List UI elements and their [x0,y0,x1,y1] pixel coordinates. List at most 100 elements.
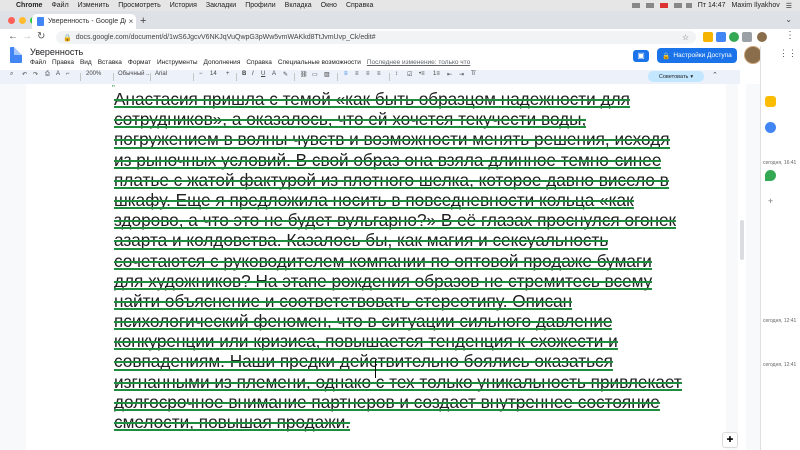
explore-icon[interactable]: ✚ [722,432,738,448]
paragraph-line[interactable]: найти объяснение и соответствовать стере… [114,291,634,311]
paragraph-line[interactable]: смелости, повышая продажи. [114,412,634,432]
paragraph-line[interactable]: сотрудников», а оказалось, что ей хочетс… [114,109,634,129]
menu-file[interactable]: Файл [51,2,68,9]
browser-tab[interactable]: Уверенность - Google Докум... × [32,14,136,29]
align-left-icon[interactable]: ≡ [344,71,348,77]
extension-icon[interactable] [729,32,739,42]
zoom-select[interactable]: 200% [86,71,101,77]
document-title[interactable]: Уверенность [30,47,83,57]
bulleted-list-icon[interactable]: •≡ [419,71,425,77]
text-color-icon[interactable]: A [272,71,276,77]
extension-icon[interactable] [716,32,726,42]
bold-icon[interactable]: B [242,71,246,77]
paragraph-line[interactable]: погружением в волны чувств и возможности… [114,129,670,149]
close-window-icon[interactable] [8,17,15,24]
redo-icon[interactable]: ↷ [33,71,38,78]
profile-avatar-icon[interactable] [757,32,767,42]
paragraph-line[interactable]: сочетаются с руководителем компании по о… [114,251,652,271]
paragraph-line[interactable]: изгнанными из племени, однако с тех толь… [114,372,682,392]
forward-icon[interactable]: → [22,31,32,42]
checklist-icon[interactable]: ☑ [407,71,412,78]
paragraph-line[interactable]: азарта и колдовства. Казалось бы, как ма… [114,230,634,250]
docs-menu-insert[interactable]: Вставка [98,59,122,66]
lock-icon[interactable]: 🔒 [63,34,72,42]
reload-icon[interactable]: ↻ [37,31,45,42]
docs-menu-edit[interactable]: Правка [52,59,74,66]
suggesting-mode-button[interactable]: Советовать ▾ [648,71,704,82]
new-tab-icon[interactable]: + [140,15,146,27]
menu-view[interactable]: Просмотреть [118,2,160,9]
increase-font-icon[interactable]: + [226,71,230,77]
share-button[interactable]: 🔒 Настройки Доступа [657,48,737,63]
close-tab-icon[interactable]: × [126,17,136,26]
minimize-window-icon[interactable] [19,17,26,24]
paragraph-line[interactable]: совпадениям. Наши предки действительно б… [114,351,634,371]
bookmark-star-icon[interactable]: ☆ [682,33,689,42]
undo-icon[interactable]: ↶ [22,71,27,78]
insert-image-icon[interactable]: ▨ [324,71,330,78]
paragraph-line[interactable]: психологический феномен, что в ситуации … [114,311,634,331]
extensions-puzzle-icon[interactable] [742,32,752,42]
increase-indent-icon[interactable]: ⇥ [459,71,464,78]
line-spacing-icon[interactable]: ↕ [395,71,398,77]
docs-menu-tools[interactable]: Инструменты [157,59,198,66]
control-center-icon[interactable]: ☰ [786,2,792,10]
scrollbar-thumb[interactable] [740,220,744,260]
menubar-status-icons[interactable] [631,3,692,8]
menu-window[interactable]: Окно [321,2,337,9]
underline-icon[interactable]: U [261,71,265,77]
menubar-user[interactable]: Maxim Ilyakhov [731,2,779,9]
docs-menu-file[interactable]: Файл [30,59,46,66]
maps-icon[interactable] [765,170,776,181]
paragraph-line[interactable]: долгосрочное внимание партнеров и создае… [114,392,660,412]
highlight-icon[interactable]: ✎ [283,71,288,78]
url-field[interactable]: 🔒 docs.google.com/document/d/1wS6JgcvV6N… [56,31,696,44]
present-icon[interactable]: ▣ [633,50,649,62]
spellcheck-icon[interactable]: A [56,71,60,77]
menu-bookmarks[interactable]: Закладки [206,2,236,9]
app-menu-chrome[interactable]: Chrome [16,2,42,9]
docs-logo-icon[interactable] [10,47,22,63]
menu-history[interactable]: История [170,2,197,9]
last-edit-link[interactable]: Последнее изменение: только что [367,59,470,66]
menubar-clock[interactable]: Пт 14:47 [698,2,726,9]
tasks-icon[interactable] [765,122,776,133]
scrollbar[interactable] [738,84,746,450]
menu-tab[interactable]: Вкладка [285,2,312,9]
extension-icon[interactable] [703,32,713,42]
docs-menu-addons[interactable]: Дополнения [204,59,241,66]
add-comment-icon[interactable]: ▭ [312,71,318,78]
back-icon[interactable]: ← [8,31,18,42]
paragraph-line[interactable]: Анастасия пришла с темой «как быть образ… [114,89,634,109]
font-size-field[interactable]: 14 [210,71,217,77]
document-body[interactable]: Анастасия пришла с темой «как быть образ… [114,89,682,432]
clear-format-icon[interactable]: T̸ [471,71,475,77]
search-menus-icon[interactable]: ⌕ [10,71,13,78]
align-right-icon[interactable]: ≡ [366,71,370,77]
italic-icon[interactable]: I [252,71,254,77]
numbered-list-icon[interactable]: 1≡ [433,71,440,77]
docs-menu-view[interactable]: Вид [80,59,92,66]
align-center-icon[interactable]: ≡ [355,71,359,77]
font-select[interactable]: Arial [155,71,167,77]
insert-link-icon[interactable]: ⛓ [300,71,308,78]
decrease-font-icon[interactable]: − [199,71,203,77]
apps-grid-icon[interactable]: ⋮⋮ [779,48,797,59]
paragraph-line[interactable]: из рыночных условий. В свой образ она вз… [114,150,662,170]
docs-menu-accessibility[interactable]: Специальные возможности [278,59,361,66]
add-addon-icon[interactable]: + [765,196,776,207]
paragraph-line[interactable]: конкуренции или кризиса, повышается тенд… [114,331,634,351]
keep-icon[interactable] [765,96,776,107]
paragraph-line[interactable]: платье с жатой фактурой из плотного шелк… [114,170,669,190]
hide-menus-icon[interactable]: ⌃ [712,71,718,79]
docs-menu-help[interactable]: Справка [246,59,272,66]
docs-menu-format[interactable]: Формат [128,59,151,66]
justify-icon[interactable]: ≡ [377,71,381,77]
paragraph-line[interactable]: шкафу. Еще я предложила носить в повседн… [114,190,634,210]
decrease-indent-icon[interactable]: ⇤ [447,71,452,78]
menu-help[interactable]: Справка [346,2,373,9]
paint-format-icon[interactable]: ⌐ [66,71,70,77]
menu-profiles[interactable]: Профили [245,2,275,9]
tab-search-icon[interactable]: ⌄ [785,15,792,24]
print-icon[interactable]: ⎙ [45,71,50,78]
